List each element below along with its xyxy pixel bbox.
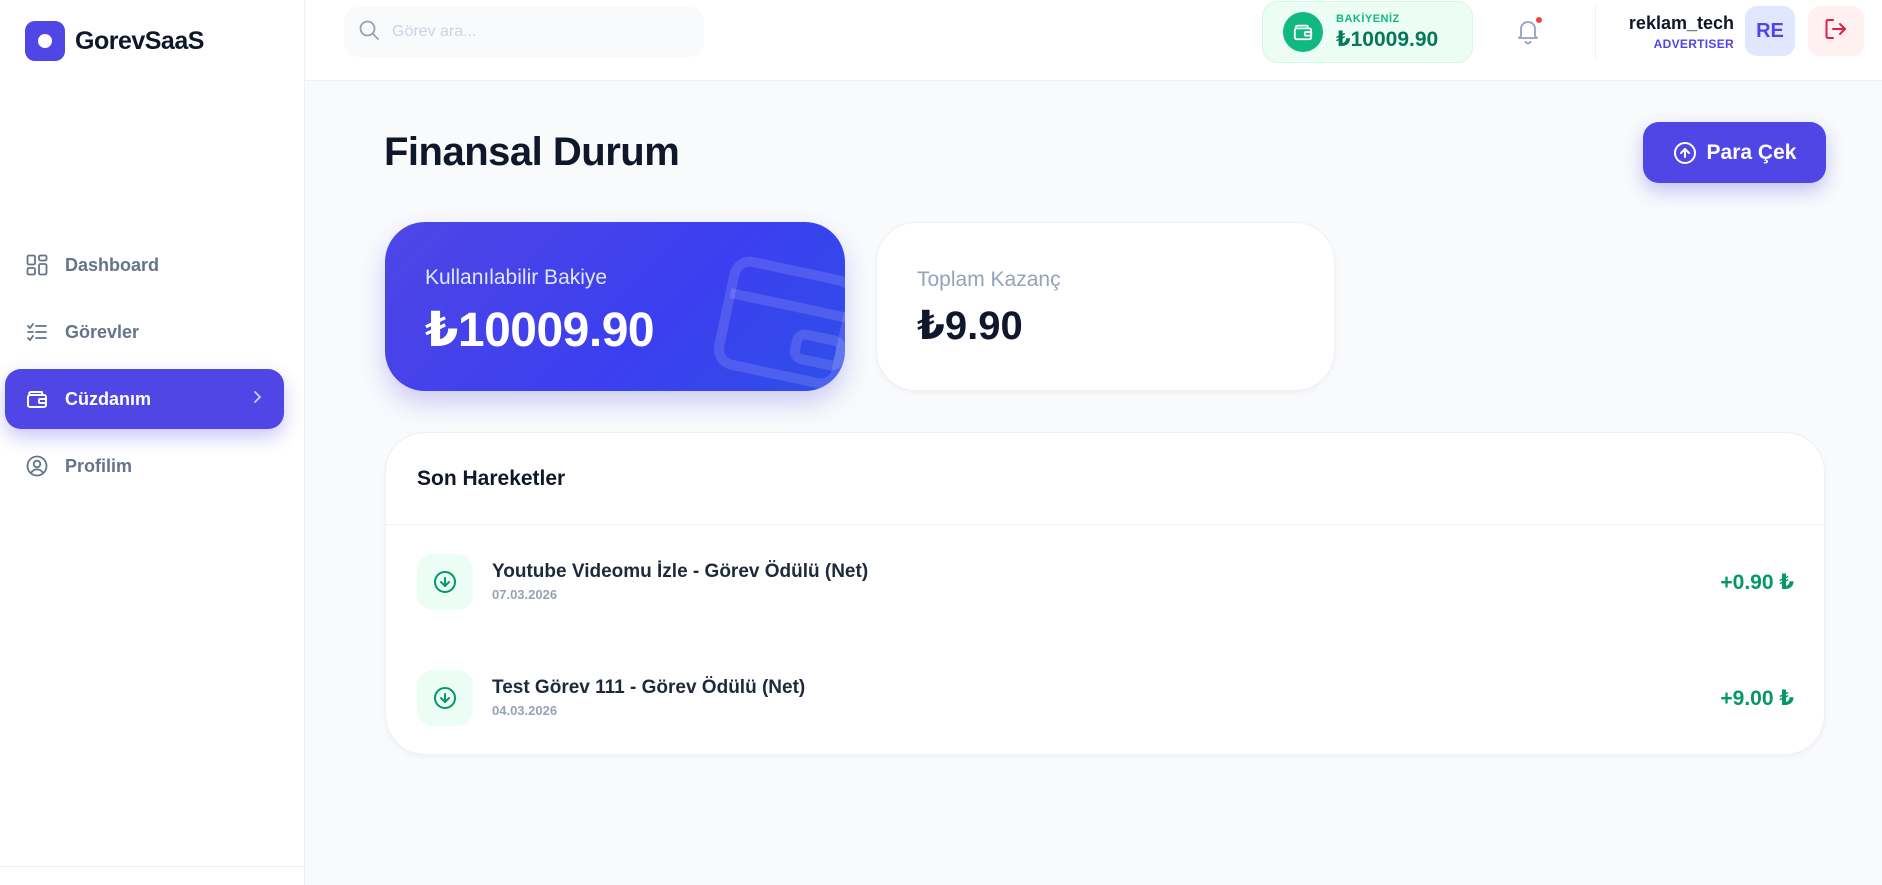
sidebar: GorevSaaS Dashboard Görevler Cüzdanım Pr… <box>0 0 305 885</box>
transaction-title: Test Görev 111 - Görev Ödülü (Net) <box>492 677 806 698</box>
arrow-up-circle-icon <box>1673 141 1697 165</box>
sidebar-item-label: Görevler <box>65 321 140 342</box>
available-balance-label: Kullanılabilir Bakiye <box>425 266 608 289</box>
sidebar-item-dashboard[interactable]: Dashboard <box>5 235 284 295</box>
topbar: BAKİYENİZ ₺10009.90 reklam_tech ADVERTIS… <box>306 0 1882 81</box>
search-box[interactable] <box>344 7 704 57</box>
sidebar-nav: Dashboard Görevler Cüzdanım Profilim <box>5 235 284 503</box>
arrow-down-circle-icon <box>417 554 473 610</box>
transaction-amount: +9.00 ₺ <box>1720 687 1794 710</box>
notification-bell-icon[interactable] <box>1515 17 1543 47</box>
user-circle-icon <box>25 454 49 478</box>
transaction-amount: +0.90 ₺ <box>1720 571 1794 594</box>
withdraw-button[interactable]: Para Çek <box>1643 122 1826 183</box>
avatar[interactable]: RE <box>1745 6 1795 56</box>
user-name: reklam_tech <box>1628 13 1734 33</box>
transaction-row[interactable]: Youtube Videomu İzle - Görev Ödülü (Net)… <box>386 525 1824 641</box>
logout-icon <box>1823 16 1849 47</box>
wallet-decoration-icon <box>713 256 845 389</box>
sidebar-item-profilim[interactable]: Profilim <box>5 436 284 496</box>
total-earnings-label: Toplam Kazanç <box>917 268 1061 291</box>
search-icon <box>358 19 380 46</box>
sidebar-item-label: Cüzdanım <box>65 388 152 409</box>
user-info[interactable]: reklam_tech ADVERTISER <box>1606 13 1734 51</box>
notification-dot <box>1536 17 1542 23</box>
task-list-icon <box>25 320 49 344</box>
available-balance-value: ₺10009.90 <box>425 304 655 357</box>
sidebar-item-label: Profilim <box>65 455 133 476</box>
wallet-icon <box>25 387 49 411</box>
wallet-icon <box>1283 12 1323 52</box>
balance-label: BAKİYENİZ <box>1336 12 1400 25</box>
transaction-date: 07.03.2026 <box>492 587 558 602</box>
available-balance-card: Kullanılabilir Bakiye ₺10009.90 <box>385 222 845 391</box>
transaction-title: Youtube Videomu İzle - Görev Ödülü (Net) <box>492 561 869 582</box>
divider <box>0 866 305 867</box>
arrow-down-circle-icon <box>417 670 473 726</box>
page-title: Finansal Durum <box>384 130 680 174</box>
sidebar-item-gorevler[interactable]: Görevler <box>5 302 284 362</box>
total-earnings-value: ₺9.90 <box>917 304 1023 348</box>
recent-transactions-title: Son Hareketler <box>386 433 1824 525</box>
transaction-date: 04.03.2026 <box>492 703 558 718</box>
sidebar-item-label: Dashboard <box>65 254 160 275</box>
logout-button[interactable] <box>1808 6 1864 56</box>
brand-name: GorevSaaS <box>75 26 204 55</box>
balance-value: ₺10009.90 <box>1336 27 1439 51</box>
user-role: ADVERTISER <box>1653 37 1734 51</box>
recent-transactions-panel: Son Hareketler Youtube Videomu İzle - Gö… <box>385 432 1825 755</box>
withdraw-button-label: Para Çek <box>1706 140 1797 164</box>
search-input[interactable] <box>392 23 682 41</box>
brand[interactable]: GorevSaaS <box>25 21 204 61</box>
total-earnings-card: Toplam Kazanç ₺9.90 <box>876 222 1335 391</box>
dashboard-icon <box>25 253 49 277</box>
transaction-row[interactable]: Test Görev 111 - Görev Ödülü (Net) 04.03… <box>386 641 1824 754</box>
chevron-right-icon <box>252 389 262 410</box>
balance-pill[interactable]: BAKİYENİZ ₺10009.90 <box>1262 1 1473 63</box>
sidebar-item-cuzdanim[interactable]: Cüzdanım <box>5 369 284 429</box>
brand-logo-icon <box>25 21 65 61</box>
divider <box>1595 6 1596 58</box>
